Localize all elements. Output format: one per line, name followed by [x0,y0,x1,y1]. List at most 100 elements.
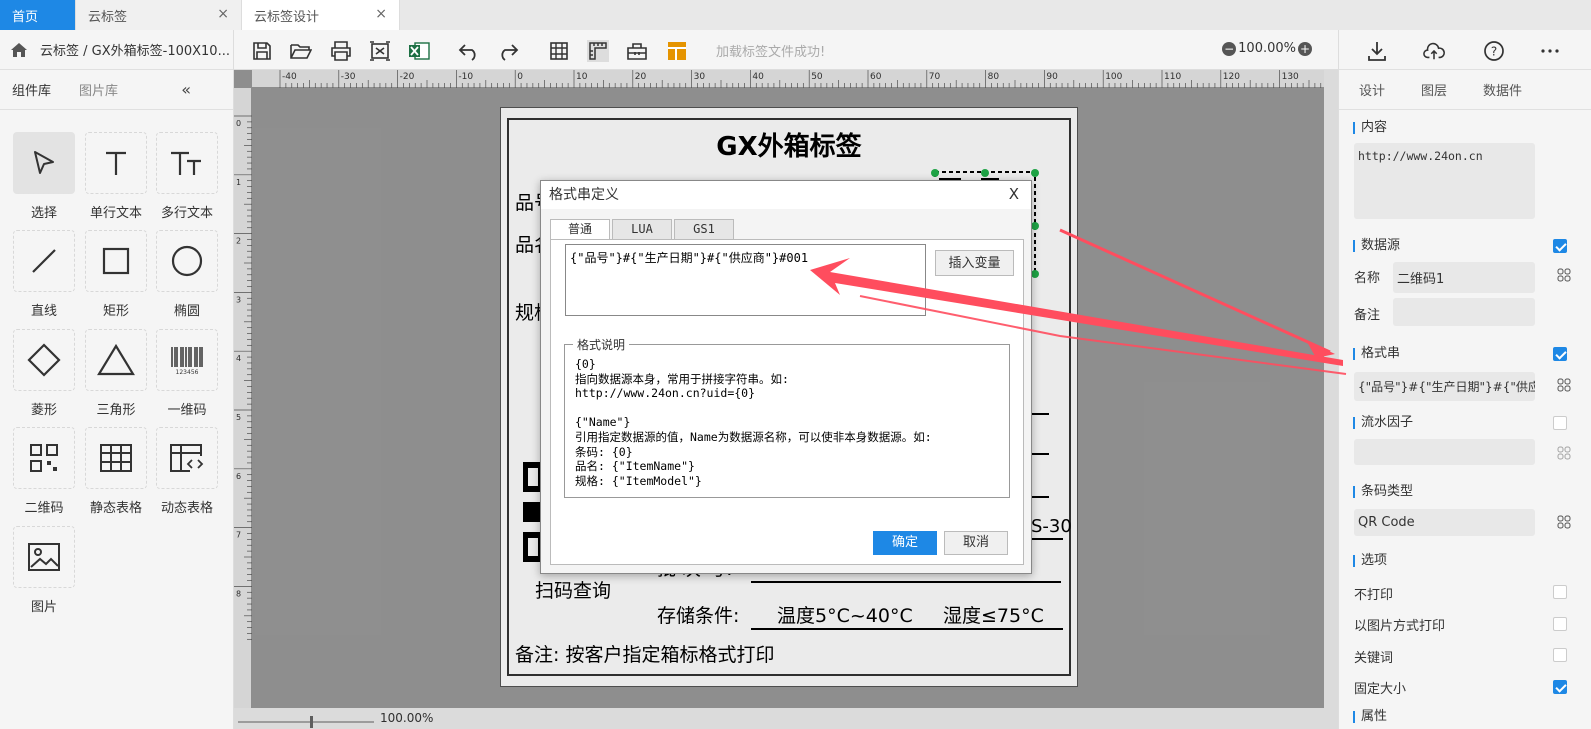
tool-rectangle[interactable]: 矩形 [84,230,148,319]
right-toolbar: ? [1339,30,1591,70]
preview-icon[interactable] [369,40,391,62]
tool-ellipse[interactable]: 椭圆 [155,230,219,319]
tab-cloud-label-design[interactable]: 云标签设计 × [242,0,400,30]
tool-label: 一维码 [167,403,207,418]
breadcrumb: 云标签 / GX外箱标签-100X10... [0,30,233,70]
note-label: 备注 [1354,308,1381,323]
help-icon[interactable]: ? [1483,40,1505,62]
tool-label: 选择 [30,206,57,221]
tool-label: 动态表格 [160,501,213,516]
tab-layers[interactable]: 图层 [1421,80,1447,99]
dialog-tabs: 普通 LUA GS1 [550,219,736,239]
serial-input[interactable] [1354,439,1535,465]
format-input[interactable]: {"品号"}#{"生产日期"}#{"供应商 [1354,372,1535,401]
option-keyword-checkbox[interactable] [1553,648,1567,662]
grid-icon[interactable] [1557,515,1571,529]
tool-label: 静态表格 [89,501,142,516]
tab-gs1[interactable]: GS1 [674,219,734,239]
qrcode-icon [30,444,58,472]
toolbar: 加载标签文件成功! − 100.00% + [234,30,1338,70]
tab-home-label: 首页 [12,9,39,25]
excel-icon[interactable] [408,40,430,62]
tab-images[interactable]: 图片库 [79,80,118,99]
property-panel: ? 设计 图层 数据件 内容 http://www.24on.cn 数据源 名称… [1338,30,1591,729]
tab-cloud-label[interactable]: 云标签 × [76,0,242,30]
ruler-icon[interactable] [587,40,609,62]
option-fixed-checkbox[interactable] [1553,680,1567,694]
grid-icon[interactable] [548,40,570,62]
tab-design-label-text: 云标签设计 [254,9,320,25]
format-help-group: 格式说明 {0} 指向数据源本身，常用于拼接字符串。如: http://www.… [564,336,1010,498]
tool-select[interactable]: 选择 [12,132,76,221]
tool-label: 菱形 [30,403,57,418]
tab-lua[interactable]: LUA [612,219,672,239]
tool-dynamic-table[interactable]: 动态表格 [155,427,219,516]
close-icon[interactable]: × [375,6,387,22]
tool-label: 单行文本 [89,206,142,221]
tool-barcode[interactable]: 123456 一维码 [155,329,219,418]
section-datasource: 数据源 [1353,239,1400,252]
content-textarea[interactable]: http://www.24on.cn [1354,143,1535,219]
open-folder-icon[interactable] [290,40,312,62]
tab-components[interactable]: 组件库 [12,80,51,99]
zoom-value: 100.00% [1238,41,1296,56]
ellipse-icon [171,245,203,277]
format-help-text: {0} 指向数据源本身，常用于拼接字符串。如: http://www.24on.… [575,357,932,488]
grid-icon[interactable] [1557,378,1571,392]
tab-cloud-label-text: 云标签 [88,9,128,25]
option-noprint-label: 不打印 [1354,588,1394,603]
toolbox-icon[interactable] [626,40,648,62]
tool-qrcode[interactable]: 二维码 [12,427,76,516]
option-asimage-label: 以图片方式打印 [1354,619,1446,634]
tool-label: 三角形 [96,403,136,418]
tool-multi-text[interactable]: 多行文本 [155,132,219,221]
redo-icon[interactable] [497,40,519,62]
tool-triangle[interactable]: 三角形 [84,329,148,418]
tool-label: 二维码 [24,501,64,516]
save-icon[interactable] [251,40,273,62]
tool-label: 矩形 [102,304,129,319]
name-input[interactable]: 二维码1 [1393,262,1535,293]
grid-icon[interactable] [1557,268,1571,282]
collapse-icon[interactable]: « [181,80,191,99]
insert-variable-button[interactable]: 插入变量 [935,250,1014,276]
home-icon[interactable] [10,42,28,58]
format-textarea[interactable]: {"品号"}#{"生产日期"}#{"供应商"}#001 [565,244,926,316]
option-noprint-checkbox[interactable] [1553,585,1567,599]
note-input[interactable] [1393,298,1535,326]
rectangle-icon [102,247,130,275]
zoom-in-icon[interactable]: + [1298,41,1312,56]
tab-design[interactable]: 设计 [1359,80,1385,99]
format-checkbox[interactable] [1553,347,1567,361]
print-icon[interactable] [330,40,352,62]
dialog-close-button[interactable]: X [1009,185,1019,203]
tab-normal[interactable]: 普通 [550,219,610,239]
tool-label: 直线 [30,304,57,319]
barcode-icon: 123456 [171,347,203,375]
tool-static-table[interactable]: 静态表格 [84,427,148,516]
ok-button[interactable]: 确定 [873,531,937,555]
download-icon[interactable] [1366,40,1388,62]
tool-diamond[interactable]: 菱形 [12,329,76,418]
template-icon[interactable] [666,40,688,62]
cloud-upload-icon[interactable] [1423,40,1445,62]
tab-home[interactable]: 首页 [0,0,76,30]
close-icon[interactable]: × [217,6,229,22]
cancel-button[interactable]: 取消 [944,531,1008,555]
tool-single-text[interactable]: 单行文本 [84,132,148,221]
tool-line[interactable]: 直线 [12,230,76,319]
dynamic-table-icon [170,444,204,472]
grid-icon[interactable] [1557,446,1571,460]
undo-icon[interactable] [458,40,480,62]
status-message: 加载标签文件成功! [716,45,826,60]
dialog-title: 格式串定义 [541,181,1031,209]
tool-image[interactable]: 图片 [12,526,76,615]
option-asimage-checkbox[interactable] [1553,617,1567,631]
tab-data[interactable]: 数据件 [1483,80,1522,99]
serial-checkbox[interactable] [1553,416,1567,430]
barcode-type-select[interactable]: QR Code [1354,509,1535,536]
datasource-checkbox[interactable] [1553,239,1567,253]
more-icon[interactable] [1539,40,1561,62]
zoom-out-icon[interactable]: − [1222,41,1237,56]
tool-label: 椭圆 [173,304,200,319]
